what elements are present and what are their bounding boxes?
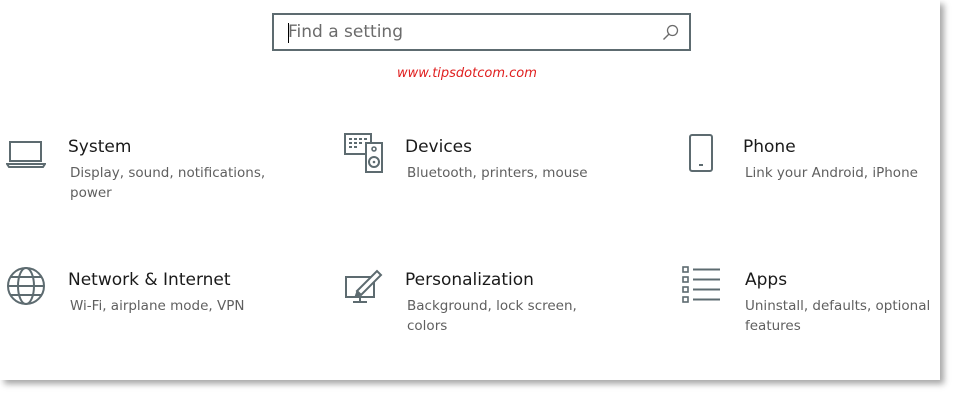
tile-title: Apps bbox=[745, 270, 788, 290]
text-caret bbox=[288, 23, 289, 43]
tile-title: Network & Internet bbox=[68, 270, 231, 290]
search-box[interactable] bbox=[272, 13, 691, 51]
phone-icon bbox=[688, 133, 714, 173]
tile-description: Wi-Fi, airplane mode, VPN bbox=[70, 298, 245, 314]
tile-title: Personalization bbox=[405, 270, 534, 290]
globe-icon bbox=[6, 266, 46, 306]
search-icon[interactable] bbox=[662, 24, 679, 41]
tile-title: Phone bbox=[743, 137, 796, 157]
devices-icon bbox=[344, 133, 384, 173]
tile-description: Link your Android, iPhone bbox=[745, 165, 918, 181]
apps-list-icon bbox=[682, 266, 722, 304]
tile-description: Background, lock screen, colors bbox=[407, 298, 577, 334]
tile-system[interactable]: System Display, sound, notifications, po… bbox=[0, 130, 300, 210]
tile-apps[interactable]: Apps Uninstall, defaults, optional featu… bbox=[680, 263, 935, 343]
watermark-text: www.tipsdotcom.com bbox=[397, 66, 537, 81]
laptop-icon bbox=[6, 140, 46, 168]
tile-title: Devices bbox=[405, 137, 472, 157]
tile-title: System bbox=[68, 137, 132, 157]
tile-description: Display, sound, notifications, power bbox=[70, 165, 266, 201]
tile-phone[interactable]: Phone Link your Android, iPhone bbox=[680, 130, 935, 210]
tile-description: Uninstall, defaults, optional features bbox=[745, 298, 931, 334]
tile-network-internet[interactable]: Network & Internet Wi-Fi, airplane mode,… bbox=[0, 263, 300, 343]
personalization-icon bbox=[344, 268, 384, 304]
tile-devices[interactable]: Devices Bluetooth, printers, mouse bbox=[340, 130, 640, 210]
settings-panel: www.tipsdotcom.com System Display, sound… bbox=[0, 0, 940, 380]
tile-description: Bluetooth, printers, mouse bbox=[407, 165, 588, 181]
search-input[interactable] bbox=[288, 15, 648, 49]
tile-personalization[interactable]: Personalization Background, lock screen,… bbox=[340, 263, 640, 343]
